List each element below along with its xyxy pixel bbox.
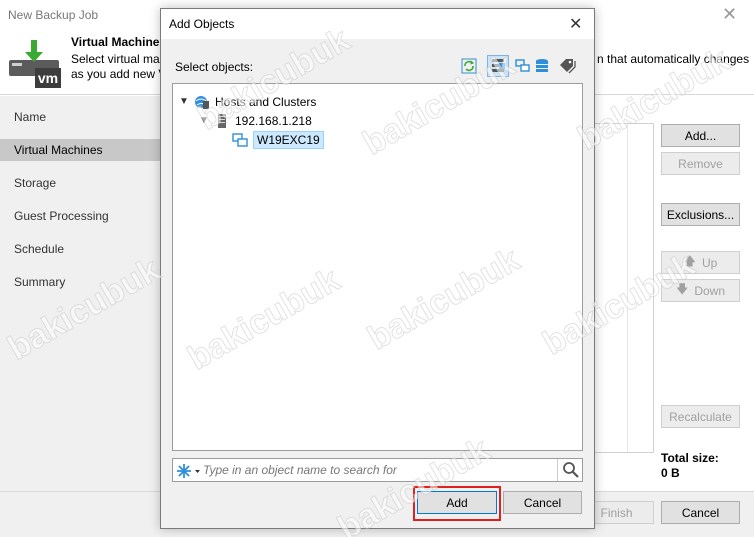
wizard-close-icon[interactable]: ✕ <box>722 4 737 25</box>
tree-item-label: 192.168.1.218 <box>235 113 312 128</box>
arrow-up-icon: 🡅 <box>683 254 696 268</box>
select-objects-label: Select objects: <box>175 60 254 74</box>
dialog-add-button[interactable]: Add <box>417 491 497 514</box>
search-divider <box>557 459 558 481</box>
objects-list[interactable] <box>593 123 654 453</box>
vm-logo-icon: vm <box>9 40 61 88</box>
remove-button[interactable]: Remove <box>661 152 740 175</box>
datastores-view-icon[interactable] <box>531 55 553 77</box>
tree-item-label: Hosts and Clusters <box>215 94 317 109</box>
hosts-and-clusters-view-icon[interactable] <box>487 55 509 77</box>
add-objects-dialog: Add Objects ✕ Select objects: ▼ Hosts an… <box>160 8 595 529</box>
list-column-divider <box>627 124 628 452</box>
nav-step-summary[interactable]: Summary <box>0 271 160 293</box>
tree-item-host[interactable]: ▼ 192.168.1.218 <box>199 111 312 130</box>
search-input[interactable] <box>203 461 553 479</box>
search-icon[interactable] <box>561 461 581 479</box>
header-description-line2: as you add new V <box>71 67 167 81</box>
search-type-dropdown[interactable] <box>176 462 202 479</box>
nav-step-name[interactable]: Name <box>0 106 160 128</box>
total-size-value: 0 B <box>661 466 680 480</box>
down-button-label: Down <box>694 283 726 298</box>
tree-item-hosts-and-clusters[interactable]: ▼ Hosts and Clusters <box>179 92 316 111</box>
add-vm-button[interactable]: Add... <box>661 124 740 147</box>
object-search-box <box>172 458 583 482</box>
nav-step-schedule[interactable]: Schedule <box>0 238 160 260</box>
nav-step-virtual-machines[interactable]: Virtual Machines <box>0 139 160 161</box>
header-description-right: n that automatically changes <box>597 52 750 66</box>
refresh-icon[interactable] <box>458 55 480 77</box>
nav-step-guest-processing[interactable]: Guest Processing <box>0 205 160 227</box>
wizard-title: New Backup Job <box>8 8 99 22</box>
nav-step-storage[interactable]: Storage <box>0 172 160 194</box>
dialog-cancel-button[interactable]: Cancel <box>503 491 582 514</box>
dialog-title-bar: Add Objects ✕ <box>161 9 594 39</box>
object-tree[interactable]: ▼ Hosts and Clusters ▼ 192.168.1.218 W19… <box>172 83 583 451</box>
tree-item-label: W19EXC19 <box>253 130 324 149</box>
dialog-title: Add Objects <box>169 17 235 31</box>
arrow-down-icon: 🡇 <box>675 282 689 296</box>
vm-icon <box>231 132 249 148</box>
down-button[interactable]: 🡇 Down <box>661 279 740 302</box>
hosts-and-clusters-icon <box>193 94 211 110</box>
wizard-steps-nav: Name Virtual Machines Storage Guest Proc… <box>0 96 160 491</box>
wizard-cancel-button[interactable]: Cancel <box>661 501 740 524</box>
tree-expand-icon[interactable]: ▼ <box>179 96 193 107</box>
header-title: Virtual Machines <box>71 35 167 49</box>
header-description-line1: Select virtual ma <box>71 52 160 66</box>
dialog-close-icon[interactable]: ✕ <box>569 14 582 34</box>
logo-text: vm <box>38 70 58 86</box>
total-size-label: Total size: <box>661 451 719 465</box>
up-button[interactable]: 🡅 Up <box>661 251 740 274</box>
recalculate-button[interactable]: Recalculate <box>661 405 740 428</box>
exclusions-button[interactable]: Exclusions... <box>661 203 740 226</box>
asterisk-icon <box>177 463 200 478</box>
up-button-label: Up <box>702 255 718 270</box>
host-server-icon <box>213 113 231 129</box>
tags-view-icon[interactable] <box>557 55 579 77</box>
tree-expand-icon[interactable]: ▼ <box>199 115 213 126</box>
tree-item-vm[interactable]: W19EXC19 <box>231 130 324 149</box>
